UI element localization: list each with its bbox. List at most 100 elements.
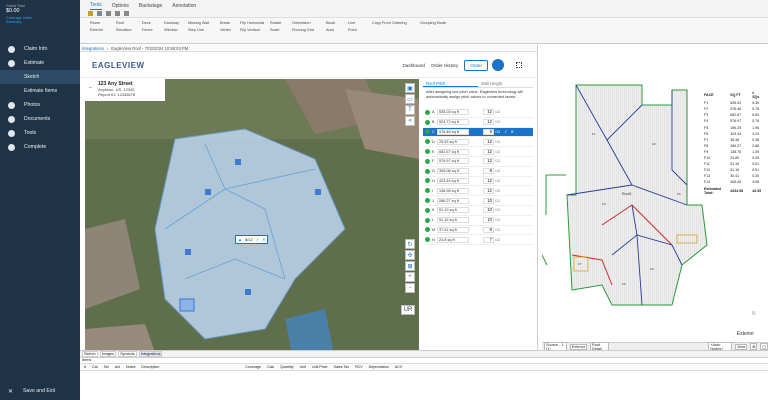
flip-vertical-button[interactable]: Flip Vertical — [240, 28, 260, 32]
facet-row[interactable]: J 286.27 sq ft 10/12 — [423, 196, 533, 206]
items-column-header[interactable]: Unit Price — [312, 365, 328, 369]
items-column-header[interactable]: Notes — [126, 365, 135, 369]
redo-icon[interactable] — [106, 11, 111, 16]
pitch-input[interactable]: 12 — [483, 148, 494, 155]
facet-row[interactable]: F 576.97 sq ft 12/12 — [423, 157, 533, 167]
tab-annotation[interactable]: Annotation — [172, 3, 196, 10]
sidebar-item-documents[interactable]: Documents — [0, 112, 80, 126]
items-column-header[interactable]: Act — [115, 365, 120, 369]
point-button[interactable]: Point — [348, 28, 357, 32]
pitch-input[interactable]: 12 — [483, 119, 494, 126]
pitch-input[interactable]: 12 — [483, 138, 494, 145]
pitch-input[interactable]: 8 — [483, 128, 494, 135]
exterior-button[interactable]: Exterior — [90, 28, 103, 32]
drawing-pane[interactable]: F1 F2 F3 F4 F5 F6 F7 Roof1 N FACE SQ FT # … — [542, 45, 768, 352]
line-button[interactable]: Line — [348, 21, 355, 25]
zoom-in-icon[interactable]: + — [405, 272, 415, 282]
view-select[interactable]: View — [735, 343, 748, 350]
pitch-input[interactable]: 7 — [483, 236, 494, 243]
apps-grid-icon[interactable] — [516, 62, 522, 68]
block-button[interactable]: Block — [326, 21, 335, 25]
aerial-map[interactable]: ← 123 Any Street Anytown, US, 12345 Repo… — [85, 79, 419, 381]
pitch-input[interactable]: 12 — [483, 109, 494, 116]
grouping-mode-button[interactable]: Grouping Mode — [420, 21, 446, 25]
sidebar-item-complete[interactable]: Complete — [0, 140, 80, 154]
select-area-icon[interactable]: ⊠ — [405, 261, 415, 271]
profile-icon[interactable] — [492, 59, 504, 71]
missing-wall-button[interactable]: Missing Wall — [188, 21, 209, 25]
deck-button[interactable]: Deck — [142, 21, 151, 25]
facet-row[interactable]: M 37.61 sq ft 8/12 — [423, 226, 533, 236]
pitch-input[interactable]: 12 — [483, 158, 494, 165]
facet-row[interactable]: B 924.72 sq ft 12/12 — [423, 118, 533, 128]
pitch-input[interactable]: 10 — [483, 197, 494, 204]
order-button[interactable]: Order — [464, 60, 488, 71]
tab-tools[interactable]: Tools — [90, 2, 102, 10]
window-button[interactable]: Window — [164, 28, 178, 32]
orientation-button[interactable]: Orientation — [292, 21, 311, 25]
close-icon[interactable]: ✕ — [510, 129, 513, 134]
sidebar-item-photos[interactable]: Photos — [0, 98, 80, 112]
map-view-icon[interactable]: ▭ — [405, 94, 415, 104]
items-column-header[interactable]: Coverage — [245, 365, 261, 369]
room-button[interactable]: Room — [90, 21, 100, 25]
pitch-input[interactable]: 12 — [483, 187, 494, 194]
confirm-icon[interactable]: ✓ — [256, 237, 259, 242]
items-column-header[interactable]: # — [84, 365, 86, 369]
order-history-link[interactable]: Order History — [431, 63, 458, 68]
pitch-popup-value[interactable]: 8/12 — [245, 237, 253, 242]
facet-row[interactable]: I 138.96 sq ft 12/12 — [423, 186, 533, 197]
pitch-input[interactable]: 12 — [483, 177, 494, 184]
breadcrumb-integrations[interactable]: Integrations — [82, 46, 104, 51]
facet-row[interactable]: K 51.19 sq ft 10/12 — [423, 206, 533, 216]
rotate-button[interactable]: Rotate — [270, 21, 281, 25]
vertex-button[interactable]: Vertex — [220, 28, 231, 32]
roof-button[interactable]: Roof — [116, 21, 124, 25]
fit-icon[interactable]: ▢ — [760, 343, 768, 350]
close-icon[interactable]: ✕ — [262, 237, 265, 242]
flip-horizontal-button[interactable]: Flip Horizontal — [240, 21, 264, 25]
pitch-input[interactable]: 10 — [483, 207, 494, 214]
tab-wall-height[interactable]: Wall Height — [478, 79, 533, 87]
move-icon[interactable]: ✣ — [405, 250, 415, 260]
dashboard-link[interactable]: Dashboard — [402, 63, 424, 68]
layers-icon[interactable]: ▣ — [405, 83, 415, 93]
tab-backstage[interactable]: Backstage — [139, 3, 162, 10]
items-column-header[interactable]: ACV — [395, 365, 402, 369]
break-button[interactable]: Break — [220, 21, 230, 25]
facet-row[interactable]: H 423.44 sq ft 12/12 — [423, 177, 533, 187]
pitch-input[interactable]: 10 — [483, 217, 494, 224]
rotate-icon[interactable]: ↻ — [405, 239, 415, 249]
facet-row[interactable]: G 306.06 sq ft 8/12 — [423, 167, 533, 177]
sidebar-item-estimate[interactable]: Estimate — [0, 56, 80, 70]
facet-row[interactable]: L 51.16 sq ft 10/12 — [423, 216, 533, 226]
collapse-icon[interactable]: « — [405, 116, 415, 126]
facet-row[interactable]: E 682.67 sq ft 12/12 — [423, 147, 533, 157]
sidebar-item-tools[interactable]: Tools — [0, 126, 80, 140]
zoom-out-icon[interactable]: − — [405, 283, 415, 293]
fence-button[interactable]: Fence — [142, 28, 153, 32]
flooring-grid-button[interactable]: Flooring Grid — [292, 28, 314, 32]
items-column-header[interactable]: Description — [141, 365, 159, 369]
pitch-popup[interactable]: ▲ 8/12 ✓ ✕ — [235, 235, 269, 244]
tab-options[interactable]: Options — [112, 3, 129, 10]
elevation-button[interactable]: Elevation — [116, 28, 132, 32]
items-column-header[interactable]: Calc — [267, 365, 274, 369]
items-column-header[interactable]: Sales Tax — [334, 365, 350, 369]
pitch-input[interactable]: 8 — [483, 226, 494, 233]
facet-row[interactable]: C 976.46 sq ft 8/12 ✓ ✕ — [423, 127, 533, 138]
sidebar-item-claim-info[interactable]: Claim Info — [0, 42, 80, 56]
tab-exterior[interactable]: Exterior — [569, 343, 587, 350]
area-button[interactable]: Area — [326, 28, 334, 32]
select-icon[interactable] — [88, 11, 93, 16]
facet-row[interactable]: N 24.8 sq ft 7/12 — [423, 235, 533, 246]
sidebar-item-estimate-items[interactable]: Estimate Items — [0, 84, 80, 98]
items-column-header[interactable]: Unit — [300, 365, 306, 369]
items-column-header[interactable]: Depreciation — [369, 365, 389, 369]
undo-icon[interactable] — [97, 11, 102, 16]
items-column-header[interactable]: Quantity — [280, 365, 293, 369]
sidebar-item-sketch[interactable]: Sketch — [0, 70, 80, 84]
confirm-icon[interactable]: ✓ — [504, 129, 507, 134]
items-column-header[interactable]: Cat — [92, 365, 98, 369]
back-arrow-icon[interactable]: ← — [88, 84, 94, 90]
